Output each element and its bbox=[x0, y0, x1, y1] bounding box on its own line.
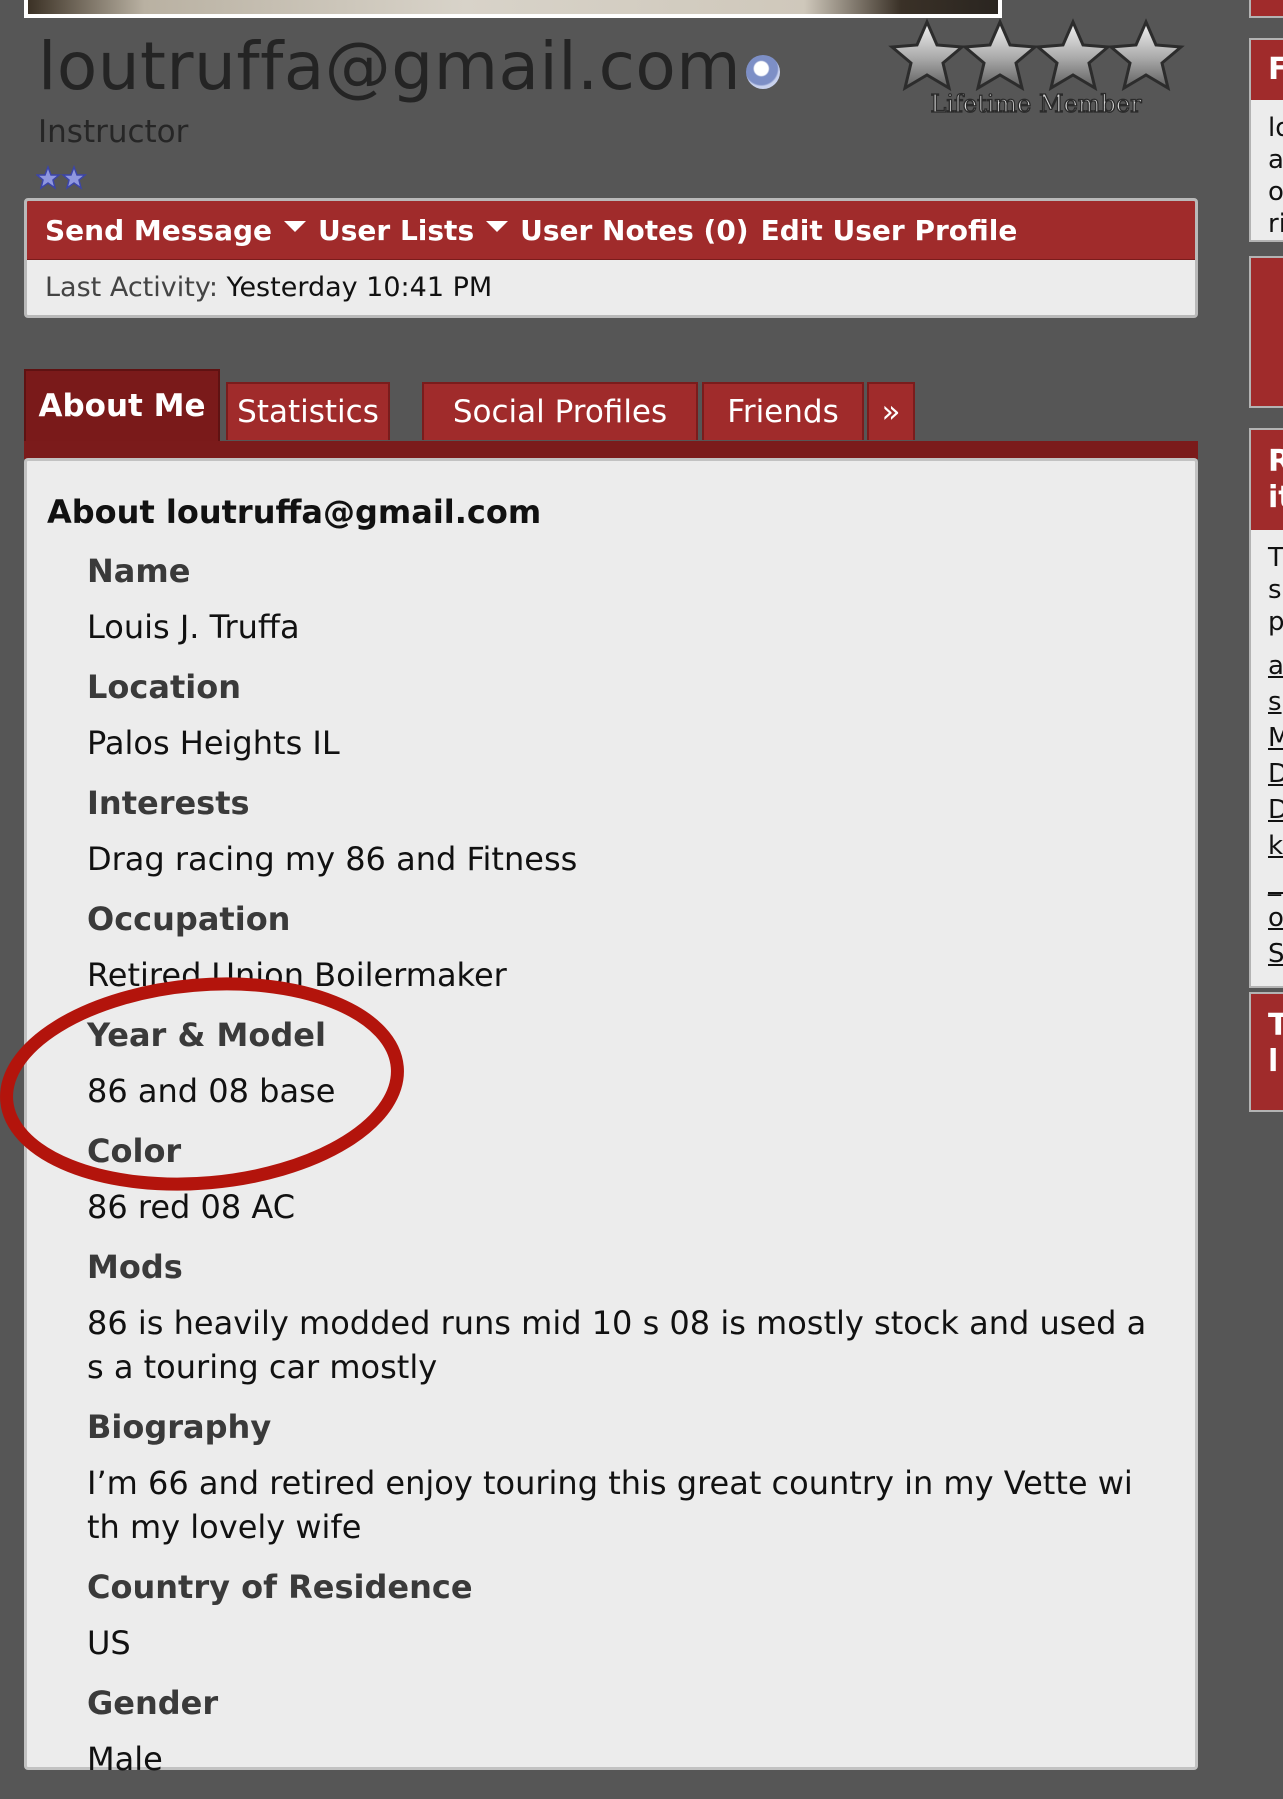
sidebar-box-2-link[interactable]: a bbox=[1251, 648, 1283, 684]
about-heading: About loutruffa@gmail.com bbox=[47, 493, 542, 531]
user-notes-link[interactable]: User Notes (0) bbox=[520, 214, 748, 247]
field-biography-value: I’m 66 and retired enjoy touring this gr… bbox=[87, 1464, 1133, 1546]
field-mods-value: 86 is heavily modded runs mid 10 s 08 is… bbox=[87, 1304, 1147, 1386]
field-gender-value: Male bbox=[87, 1740, 163, 1778]
member-action-bar: Send Message User Lists User Notes (0) E… bbox=[24, 198, 1198, 318]
field-gender-label: Gender bbox=[87, 1684, 219, 1722]
sidebar-box-2-link[interactable]: S bbox=[1251, 936, 1283, 972]
sidebar-box-1-header: F bbox=[1251, 40, 1283, 100]
sidebar-box-1-line: lo bbox=[1268, 113, 1283, 143]
last-activity-value: Yesterday 10:41 PM bbox=[226, 272, 493, 303]
sidebar-box-2-link[interactable]: D bbox=[1251, 792, 1283, 828]
last-activity: Last Activity: Yesterday 10:41 PM bbox=[27, 260, 1195, 315]
tab-social-profiles[interactable]: Social Profiles bbox=[422, 382, 698, 440]
sidebar-box-2-link[interactable]: k bbox=[1251, 828, 1283, 864]
field-country-label: Country of Residence bbox=[87, 1568, 473, 1606]
sidebar-box-top bbox=[1249, 0, 1283, 18]
sidebar-box-3-header-line: l bbox=[1268, 1044, 1279, 1079]
badge-text: Lifetime Member bbox=[930, 90, 1142, 118]
sidebar-box-2-link[interactable]: _1 bbox=[1251, 864, 1283, 900]
online-status-icon bbox=[746, 55, 780, 89]
field-location-label: Location bbox=[87, 668, 241, 706]
sidebar-box-3-header: T l bbox=[1251, 994, 1283, 1080]
tab-statistics[interactable]: Statistics bbox=[226, 382, 390, 440]
sidebar-box-3: T l bbox=[1249, 992, 1283, 1112]
user-title: Instructor bbox=[38, 114, 189, 150]
tab-underline bbox=[24, 441, 1198, 459]
sidebar-promo-box bbox=[1249, 256, 1283, 408]
user-lists-dropdown-icon[interactable] bbox=[486, 220, 509, 232]
badge-stars bbox=[888, 18, 1185, 92]
last-activity-label: Last Activity: bbox=[45, 272, 218, 303]
user-lists-button[interactable]: User Lists bbox=[318, 214, 474, 247]
sidebar-box-2-header: R it bbox=[1251, 430, 1283, 530]
field-country-value: US bbox=[87, 1624, 131, 1662]
field-biography-label: Biography bbox=[87, 1408, 272, 1446]
field-interests-value: Drag racing my 86 and Fitness bbox=[87, 840, 578, 878]
sidebar-box-2-text: T bbox=[1268, 543, 1283, 573]
sidebar-box-3-header-line: T bbox=[1268, 1008, 1283, 1044]
profile-username: loutruffa@gmail.com bbox=[38, 28, 742, 105]
send-message-button[interactable]: Send Message bbox=[45, 214, 272, 247]
edit-user-profile-link[interactable]: Edit User Profile bbox=[761, 214, 1018, 247]
profile-tabs: About Me Statistics Social Profiles Frie… bbox=[24, 369, 1198, 441]
field-name-label: Name bbox=[87, 552, 191, 590]
sidebar-box-2-link[interactable]: M bbox=[1251, 720, 1283, 756]
member-actions: Send Message User Lists User Notes (0) E… bbox=[27, 201, 1195, 260]
field-mods-label: Mods bbox=[87, 1248, 183, 1286]
send-message-dropdown-icon[interactable] bbox=[284, 220, 306, 232]
sidebar-box-1-line: ri bbox=[1268, 209, 1283, 239]
rank-stars-icon bbox=[36, 164, 88, 190]
sidebar-box-2-header-line: it bbox=[1268, 480, 1283, 515]
right-sidebar: F lo a o ri R it T s p a s M D D k _1 o … bbox=[1249, 0, 1283, 1798]
field-occupation-label: Occupation bbox=[87, 900, 291, 938]
sidebar-box-1: F lo a o ri bbox=[1249, 38, 1283, 242]
tab-more[interactable]: » bbox=[867, 382, 915, 440]
tab-friends[interactable]: Friends bbox=[702, 382, 864, 440]
field-interests-label: Interests bbox=[87, 784, 250, 822]
tab-about-me[interactable]: About Me bbox=[24, 369, 220, 441]
profile-photo-frame bbox=[24, 0, 1002, 18]
sidebar-box-2-link[interactable]: D bbox=[1251, 756, 1283, 792]
sidebar-box-1-line: o bbox=[1268, 177, 1283, 207]
lifetime-member-badge: Lifetime Member bbox=[888, 18, 1185, 118]
sidebar-box-2-text: p bbox=[1268, 607, 1283, 637]
sidebar-box-2-text: s bbox=[1268, 575, 1282, 605]
sidebar-box-2-header-line: R bbox=[1268, 444, 1283, 480]
sidebar-box-1-line: a bbox=[1268, 145, 1283, 175]
sidebar-box-2: R it T s p a s M D D k _1 o S bbox=[1249, 428, 1283, 988]
sidebar-box-2-link[interactable]: o bbox=[1251, 900, 1283, 936]
red-circle-annotation bbox=[0, 977, 404, 1191]
field-location-value: Palos Heights IL bbox=[87, 724, 340, 762]
field-name-value: Louis J. Truffa bbox=[87, 608, 300, 646]
sidebar-box-2-link[interactable]: s bbox=[1251, 684, 1283, 720]
